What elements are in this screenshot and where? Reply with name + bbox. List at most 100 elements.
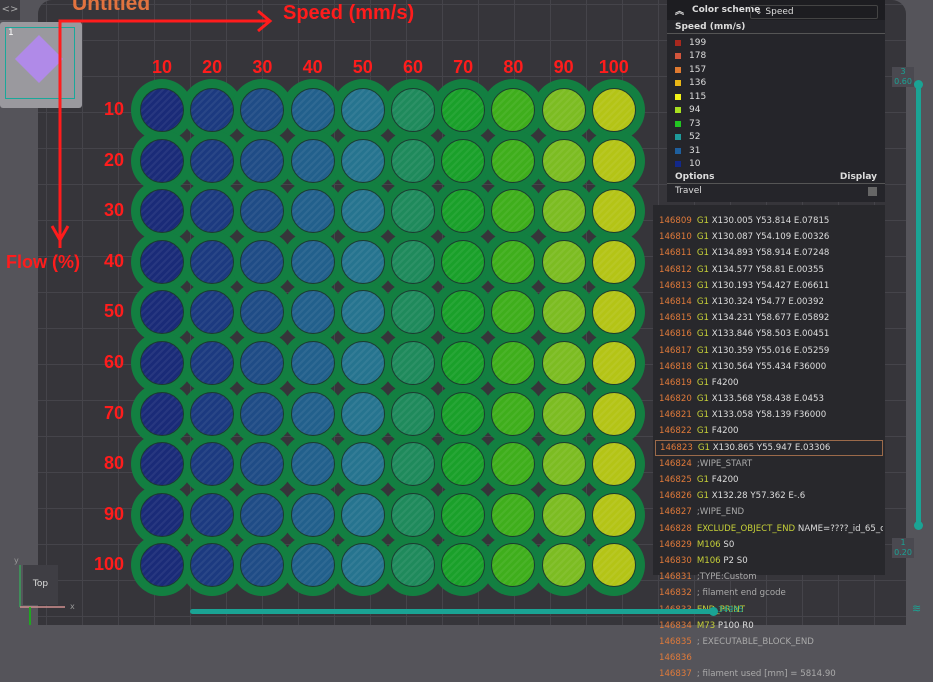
test-patch[interactable] xyxy=(290,492,335,537)
gcode-line[interactable]: 146826 G1 X132.28 Y57.362 E-.6 xyxy=(655,488,883,504)
gcode-line[interactable]: 146836 xyxy=(655,650,883,666)
test-patch[interactable] xyxy=(190,391,235,436)
gcode-line[interactable]: 146819 G1 F4200 xyxy=(655,375,883,391)
test-patch[interactable] xyxy=(591,189,636,234)
test-patch[interactable] xyxy=(491,391,536,436)
gcode-line[interactable]: 146812 G1 X134.577 Y58.81 E.00355 xyxy=(655,262,883,278)
test-patch[interactable] xyxy=(541,88,586,132)
layer-bottom-handle[interactable] xyxy=(914,521,923,530)
test-patch[interactable] xyxy=(391,492,435,537)
test-patch[interactable] xyxy=(541,290,586,335)
test-patch[interactable] xyxy=(240,138,285,183)
gcode-line[interactable]: 146828 EXCLUDE_OBJECT_END NAME=????_id_65… xyxy=(655,521,883,537)
test-patch[interactable] xyxy=(340,290,385,335)
test-patch[interactable] xyxy=(140,88,184,132)
test-patch[interactable] xyxy=(541,391,586,436)
test-patch[interactable] xyxy=(140,492,184,537)
gcode-line[interactable]: 146831 ;TYPE:Custom xyxy=(655,569,883,585)
test-patch[interactable] xyxy=(140,341,184,385)
test-patch[interactable] xyxy=(441,492,486,537)
test-patch[interactable] xyxy=(541,239,586,284)
test-patch[interactable] xyxy=(140,391,184,436)
test-patch[interactable] xyxy=(190,88,235,132)
test-patch[interactable] xyxy=(190,239,235,284)
test-patch[interactable] xyxy=(391,442,435,487)
test-patch[interactable] xyxy=(541,138,586,183)
collapse-icon[interactable]: ︽ xyxy=(675,4,684,17)
test-patch[interactable] xyxy=(591,88,636,132)
test-patch[interactable] xyxy=(290,442,335,487)
test-patch[interactable] xyxy=(190,138,235,183)
test-patch[interactable] xyxy=(391,391,435,436)
layer-slider[interactable] xyxy=(916,82,921,525)
gcode-line[interactable]: 146837 ; filament used [mm] = 5814.90 xyxy=(655,666,883,682)
test-patch[interactable] xyxy=(240,239,285,284)
travel-checkbox[interactable] xyxy=(868,186,877,196)
test-patch[interactable] xyxy=(140,442,184,487)
test-patch[interactable] xyxy=(190,492,235,537)
gcode-line[interactable]: 146830 M106 P2 S0 xyxy=(655,553,883,569)
gcode-line[interactable]: 146825 G1 F4200 xyxy=(655,472,883,488)
test-patch[interactable] xyxy=(340,492,385,537)
gcode-line[interactable]: 146818 G1 X130.564 Y55.434 F36000 xyxy=(655,359,883,375)
test-patch[interactable] xyxy=(391,88,435,132)
test-patch[interactable] xyxy=(541,543,586,588)
test-patch[interactable] xyxy=(591,391,636,436)
move-slider-handle[interactable] xyxy=(709,607,718,616)
layer-top-handle[interactable] xyxy=(914,80,923,89)
gcode-line[interactable]: 146834 M73 P100 R0 xyxy=(655,618,883,634)
test-patch[interactable] xyxy=(290,391,335,436)
gcode-line[interactable]: 146815 G1 X134.231 Y58.677 E.05892 xyxy=(655,310,883,326)
gcode-line[interactable]: 146832 ; filament end gcode xyxy=(655,585,883,601)
gcode-line[interactable]: 146816 G1 X133.846 Y58.503 E.00451 xyxy=(655,326,883,342)
move-slider[interactable] xyxy=(190,609,716,614)
test-patch[interactable] xyxy=(591,239,636,284)
test-patch[interactable] xyxy=(190,341,235,385)
gcode-line[interactable]: 146824 ;WIPE_START xyxy=(655,456,883,472)
layers-icon[interactable]: ≋ xyxy=(912,602,921,615)
test-patch[interactable] xyxy=(591,543,636,588)
test-patch[interactable] xyxy=(541,442,586,487)
test-patch[interactable] xyxy=(140,138,184,183)
test-patch[interactable] xyxy=(591,492,636,537)
test-patch[interactable] xyxy=(340,88,385,132)
test-patch[interactable] xyxy=(541,341,586,385)
gcode-line[interactable]: 146813 G1 X130.193 Y54.427 E.06611 xyxy=(655,278,883,294)
test-patch[interactable] xyxy=(340,341,385,385)
test-patch[interactable] xyxy=(591,138,636,183)
gcode-line[interactable]: 146810 G1 X130.087 Y54.109 E.00326 xyxy=(655,229,883,245)
test-patch[interactable] xyxy=(441,138,486,183)
test-patch[interactable] xyxy=(290,239,335,284)
test-patch[interactable] xyxy=(391,189,435,234)
gcode-line[interactable]: 146829 M106 S0 xyxy=(655,537,883,553)
test-patch[interactable] xyxy=(441,88,486,132)
test-patch[interactable] xyxy=(541,492,586,537)
color-scheme-dropdown[interactable]: ⌄ Speed xyxy=(750,5,878,19)
test-patch[interactable] xyxy=(591,341,636,385)
test-patch[interactable] xyxy=(340,239,385,284)
test-patch[interactable] xyxy=(240,492,285,537)
gcode-line[interactable]: 146835 ; EXECUTABLE_BLOCK_END xyxy=(655,634,883,650)
test-patch[interactable] xyxy=(290,88,335,132)
test-patch[interactable] xyxy=(391,239,435,284)
test-patch[interactable] xyxy=(391,138,435,183)
gcode-line[interactable]: 146809 G1 X130.005 Y53.814 E.07815 xyxy=(655,213,883,229)
gcode-line[interactable]: 146823 G1 X130.865 Y55.947 E.03306 xyxy=(655,439,883,456)
test-patch[interactable] xyxy=(290,341,335,385)
test-patch[interactable] xyxy=(290,290,335,335)
test-patch[interactable] xyxy=(140,239,184,284)
test-patch[interactable] xyxy=(340,189,385,234)
gcode-line[interactable]: 146811 G1 X134.893 Y58.914 E.07248 xyxy=(655,245,883,261)
gcode-line[interactable]: 146821 G1 X133.058 Y58.139 F36000 xyxy=(655,407,883,423)
test-patch[interactable] xyxy=(391,341,435,385)
gcode-line[interactable]: 146820 G1 X133.568 Y58.438 E.0453 xyxy=(655,391,883,407)
test-patch[interactable] xyxy=(240,391,285,436)
test-patch[interactable] xyxy=(491,492,536,537)
gcode-viewer[interactable]: 146809 G1 X130.005 Y53.814 E.07815 146810 G… xyxy=(653,205,885,679)
test-patch[interactable] xyxy=(591,290,636,335)
test-patch[interactable] xyxy=(290,189,335,234)
gcode-line[interactable]: 146814 G1 X130.324 Y54.77 E.00392 xyxy=(655,294,883,310)
gcode-line[interactable]: 146827 ;WIPE_END xyxy=(655,504,883,520)
test-patch[interactable] xyxy=(591,442,636,487)
test-patch[interactable] xyxy=(340,543,385,588)
